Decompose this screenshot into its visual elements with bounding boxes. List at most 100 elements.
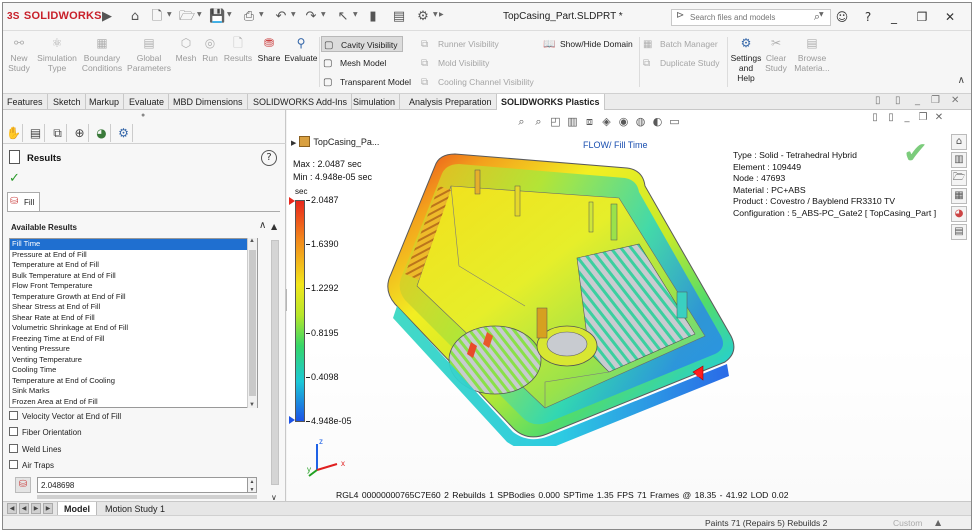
tab-motion-study-1[interactable]: Motion Study 1 bbox=[99, 502, 171, 516]
viewport-close-icon[interactable]: ✕ bbox=[931, 112, 947, 123]
result-list-item[interactable]: Flow Front Temperature bbox=[10, 281, 257, 292]
batch-manager-button[interactable]: ▦ Batch Manager bbox=[643, 36, 718, 52]
chevron-down-icon[interactable]: ▼ bbox=[819, 11, 824, 18]
confirm-checkmark-icon[interactable]: ✔ bbox=[903, 136, 928, 171]
cavity-visibility-button[interactable]: ▢ Cavity Visibility bbox=[321, 36, 403, 52]
result-list-item[interactable]: Temperature at End of Fill bbox=[10, 260, 257, 271]
user-icon[interactable]: ☺ bbox=[833, 8, 851, 26]
previous-view-icon[interactable]: ◰ bbox=[547, 114, 564, 130]
close-icon[interactable]: ✕ bbox=[941, 8, 959, 26]
fill-group-tab[interactable]: ⛁ Fill bbox=[7, 192, 40, 212]
file-properties-icon[interactable]: ▤ bbox=[391, 9, 407, 25]
plastics-results-icon[interactable]: ⚙ bbox=[115, 124, 133, 142]
chevron-up-icon[interactable]: ▲ bbox=[935, 518, 941, 527]
restore-doc-icon[interactable]: ❐ bbox=[931, 95, 940, 106]
viewport-tile-icon[interactable]: ▯ bbox=[867, 112, 883, 123]
first-tab-arrow-icon[interactable]: ◀ bbox=[7, 503, 17, 514]
ok-checkmark-icon[interactable]: ✓ bbox=[9, 171, 20, 186]
chevron-down-icon[interactable]: ▼ bbox=[291, 11, 296, 18]
chevron-down-icon[interactable]: ▼ bbox=[197, 11, 202, 18]
property-manager-icon[interactable]: ▤ bbox=[27, 124, 45, 142]
search-input[interactable] bbox=[690, 11, 800, 24]
next-tab-arrow-icon[interactable]: ▶ bbox=[31, 503, 41, 514]
share-button[interactable]: ⛃ Share bbox=[255, 35, 283, 63]
checkbox-box[interactable] bbox=[9, 411, 18, 420]
close-doc-icon[interactable]: ✕ bbox=[951, 95, 959, 106]
checkbox-velocity-vector[interactable]: Velocity Vector at End of Fill bbox=[9, 411, 121, 423]
zoom-to-area-icon[interactable]: ⌕ bbox=[530, 114, 547, 130]
select-arrow-icon[interactable]: ↖ bbox=[335, 9, 351, 25]
runner-visibility-button[interactable]: ⧉ Runner Visibility bbox=[421, 36, 499, 52]
scrollbar-thumb[interactable] bbox=[271, 240, 279, 485]
results-button[interactable]: 🗋 Results bbox=[222, 35, 254, 63]
tab-evaluate[interactable]: Evaluate bbox=[125, 94, 170, 110]
display-manager-icon[interactable]: ◕ bbox=[93, 124, 111, 142]
section-view-icon[interactable]: ▥ bbox=[564, 114, 581, 130]
checkbox-weld-lines[interactable]: Weld Lines bbox=[9, 444, 61, 456]
viewport-minimize-icon[interactable]: _ bbox=[899, 112, 915, 123]
tab-solidworks-plastics[interactable]: SOLIDWORKS Plastics bbox=[497, 94, 605, 110]
tab-mbd-dimensions[interactable]: MBD Dimensions bbox=[169, 94, 248, 110]
view-palette-icon[interactable]: ▦ bbox=[951, 188, 967, 204]
feature-tree-flyout[interactable]: ▶ TopCasing_Pa... bbox=[291, 136, 379, 147]
search-box[interactable]: ⊳ ⌕ bbox=[671, 9, 831, 26]
prev-tab-arrow-icon[interactable]: ◀ bbox=[19, 503, 29, 514]
browse-materials-button[interactable]: ▤ Browse Materia... bbox=[791, 35, 833, 73]
traffic-light-icon[interactable]: ▮ bbox=[365, 9, 381, 25]
value-spinner[interactable]: ▲ ▼ bbox=[247, 477, 257, 493]
result-list-item[interactable]: Venting Pressure bbox=[10, 344, 257, 355]
new-document-icon[interactable]: 🗋 bbox=[149, 9, 165, 25]
scroll-down-icon[interactable]: ▼ bbox=[249, 402, 255, 408]
chevron-up-icon[interactable]: ∧ bbox=[958, 75, 965, 86]
result-list-item[interactable]: Shear Rate at End of Fill bbox=[10, 313, 257, 324]
plastics-manager-icon[interactable]: ✋ bbox=[5, 124, 23, 142]
chevron-down-icon[interactable]: ▼ bbox=[321, 11, 326, 18]
evaluate-button[interactable]: ⚲ Evaluate bbox=[283, 35, 319, 63]
viewport-split-icon[interactable]: ▯ bbox=[883, 112, 899, 123]
result-list-item[interactable]: Frozen Area at End of Fill bbox=[10, 397, 257, 408]
play-arrow-icon[interactable]: ▶ bbox=[99, 9, 115, 25]
appearances-icon[interactable]: ◕ bbox=[951, 206, 967, 222]
redo-icon[interactable]: ↷ bbox=[303, 9, 319, 25]
file-explorer-icon[interactable]: 🗁 bbox=[951, 170, 967, 186]
checkbox-box[interactable] bbox=[9, 427, 18, 436]
home-task-icon[interactable]: ⌂ bbox=[951, 134, 967, 150]
display-style-icon[interactable]: ◈ bbox=[598, 114, 615, 130]
print-icon[interactable]: ⎙ bbox=[241, 9, 257, 25]
home-icon[interactable]: ⌂ bbox=[127, 9, 143, 25]
view-orientation-icon[interactable]: ⧈ bbox=[581, 114, 598, 130]
global-parameters-button[interactable]: ▤ Global Parameters bbox=[125, 35, 173, 73]
result-list-item[interactable]: Sink Marks bbox=[10, 386, 257, 397]
configuration-manager-icon[interactable]: ⧉ bbox=[49, 124, 67, 142]
solidworks-logo[interactable]: 3S SOLIDWORKS bbox=[7, 10, 102, 22]
clear-study-button[interactable]: ✂ Clear Study bbox=[763, 35, 789, 73]
checkbox-box[interactable] bbox=[9, 460, 18, 469]
result-value-input[interactable] bbox=[37, 477, 249, 493]
tab-analysis-preparation[interactable]: Analysis Preparation bbox=[405, 94, 497, 110]
boundary-conditions-button[interactable]: ▦ Boundary Conditions bbox=[79, 35, 125, 73]
result-list-item[interactable]: Cooling Time bbox=[10, 365, 257, 376]
graphics-area[interactable]: ⌕ ⌕ ◰ ▥ ⧈ ◈ ◉ ◍ ◐ ▭ ▯ ▯ _ ❐ ✕ ▶ TopCasing_Pa... FLOW/ … bbox=[287, 110, 971, 501]
panel-scrollbar[interactable]: ∨ bbox=[269, 230, 281, 502]
tab-features[interactable]: Features bbox=[3, 94, 48, 110]
transparent-model-button[interactable]: ▢ Transparent Model bbox=[323, 74, 411, 90]
run-button[interactable]: ◎ Run bbox=[199, 35, 221, 63]
results-list-scrollbar[interactable]: ▲ ▼ bbox=[247, 238, 257, 408]
zoom-to-fit-icon[interactable]: ⌕ bbox=[513, 114, 530, 130]
undo-icon[interactable]: ↶ bbox=[273, 9, 289, 25]
chevron-right-icon[interactable]: ▶ bbox=[439, 11, 444, 18]
view-settings-icon[interactable]: ▭ bbox=[666, 114, 683, 130]
simulation-type-button[interactable]: ⚛ Simulation Type bbox=[35, 35, 79, 73]
show-hide-domain-button[interactable]: 📖 Show/Hide Domain bbox=[543, 36, 633, 52]
save-icon[interactable]: 💾 bbox=[209, 9, 225, 25]
tab-solidworks-add-ins[interactable]: SOLIDWORKS Add-Ins bbox=[249, 94, 353, 110]
hide-show-items-icon[interactable]: ◉ bbox=[615, 114, 632, 130]
panel-splitter-dot[interactable]: ● bbox=[141, 112, 145, 119]
available-results-list[interactable]: Fill Time Pressure at End of Fill Temperat… bbox=[9, 238, 258, 408]
mesh-model-button[interactable]: ▢ Mesh Model bbox=[323, 55, 386, 71]
checkbox-air-traps[interactable]: Air Traps bbox=[9, 460, 54, 472]
design-library-icon[interactable]: ▥ bbox=[951, 152, 967, 168]
units-selector[interactable]: Custom bbox=[893, 518, 922, 528]
restore-window-icon[interactable]: ❐ bbox=[913, 8, 931, 26]
dimxpert-icon[interactable]: ⊕ bbox=[71, 124, 89, 142]
